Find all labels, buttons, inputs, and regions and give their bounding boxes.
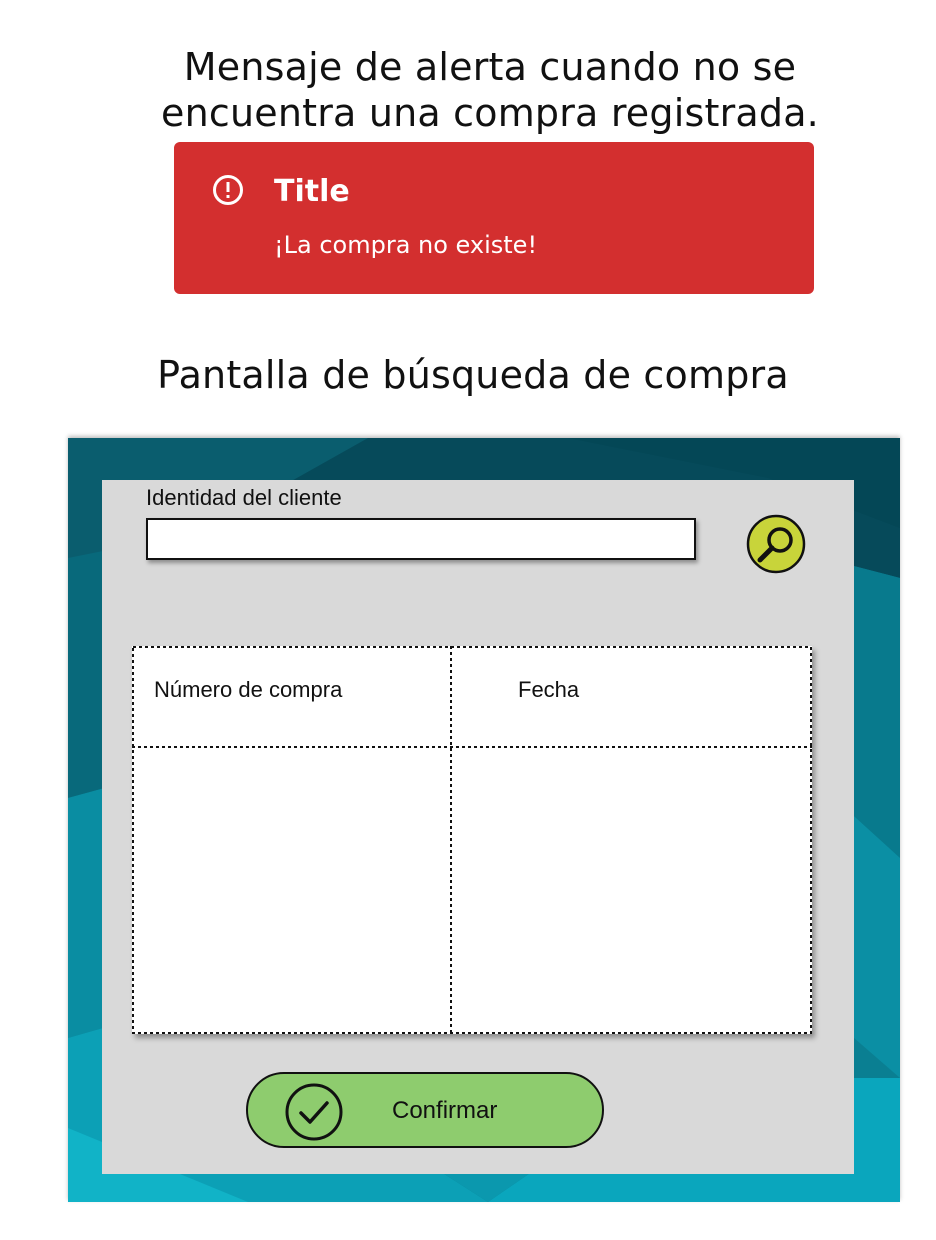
purchase-table: Número de compra Fecha	[132, 646, 812, 1034]
column-header-purchase-number: Número de compra	[154, 677, 343, 702]
alert-title: Title	[274, 174, 350, 209]
confirm-button-label: Confirmar	[392, 1097, 498, 1124]
alert-message: ¡La compra no existe!	[274, 231, 538, 259]
page: Mensaje de alerta cuando no se encuentra…	[0, 0, 936, 1240]
table-grid	[132, 646, 812, 1034]
purchase-search-screen: Identidad del cliente Número de compra F…	[68, 438, 900, 1202]
search-panel: Identidad del cliente Número de compra F…	[102, 480, 854, 1174]
search-button[interactable]	[746, 514, 806, 574]
exclamation-circle-icon	[213, 175, 243, 205]
alert-caption-line-1: Mensaje de alerta cuando no se	[183, 45, 797, 89]
check-circle-icon	[285, 1083, 343, 1141]
column-header-date: Fecha	[518, 677, 580, 702]
confirm-button[interactable]: Confirmar	[246, 1072, 604, 1148]
alert-caption-line-2: encuentra una compra registrada.	[161, 91, 819, 135]
customer-id-label: Identidad del cliente	[146, 485, 342, 510]
customer-id-input[interactable]	[146, 518, 696, 560]
alert-caption: Mensaje de alerta cuando no se encuentra…	[140, 44, 840, 136]
error-alert: Title ¡La compra no existe!	[174, 142, 814, 294]
screen-caption: Pantalla de búsqueda de compra	[157, 353, 789, 397]
